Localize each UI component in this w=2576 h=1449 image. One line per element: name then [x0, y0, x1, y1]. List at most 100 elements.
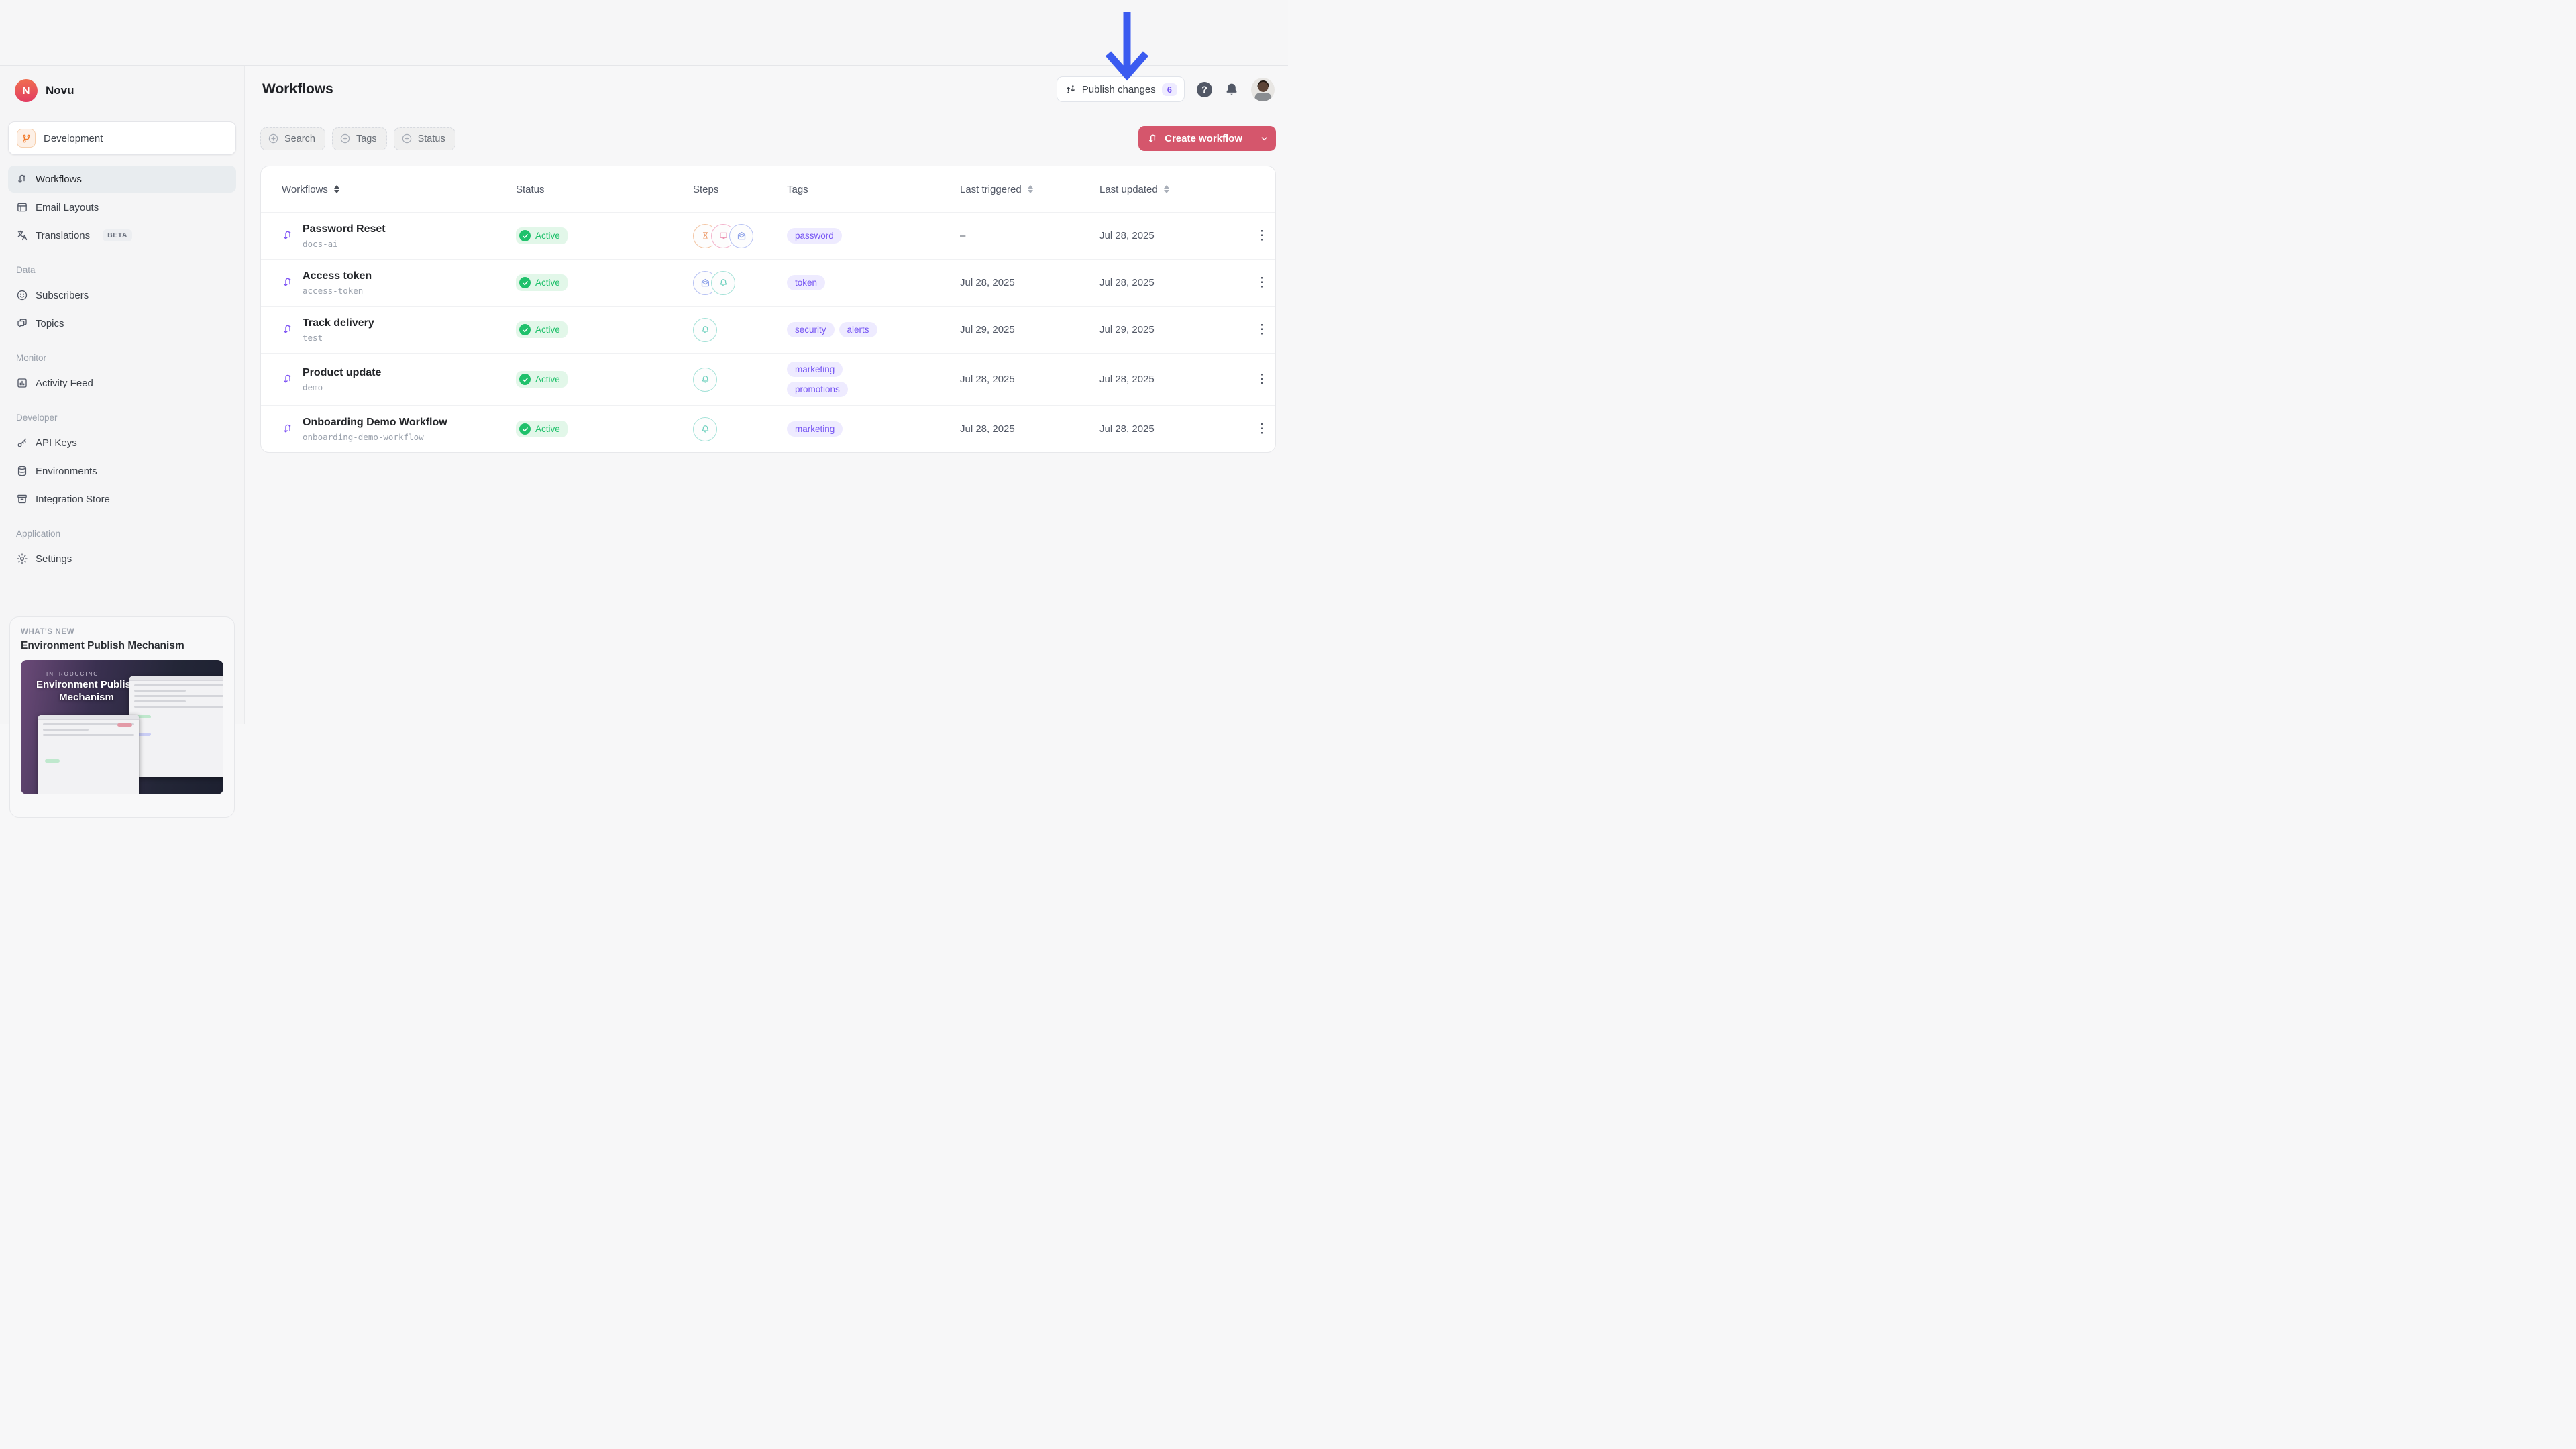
column-header-last-triggered[interactable]: Last triggered — [960, 182, 1099, 197]
column-header-workflows[interactable]: Workflows — [282, 182, 516, 197]
section-label: Application — [8, 529, 236, 539]
last-triggered-value: Jul 28, 2025 — [960, 423, 1099, 435]
sort-icon[interactable] — [1164, 185, 1169, 194]
row-actions-kebab[interactable]: ⋮ — [1252, 274, 1273, 292]
publish-changes-button[interactable]: Publish changes 6 — [1057, 76, 1185, 102]
sidebar-nav: Workflows Email Layouts Translations BET… — [8, 166, 236, 249]
whats-new-thumbnail[interactable]: INTRODUCING Environment Publish Mechanis… — [21, 660, 223, 794]
push-step-icon — [693, 368, 717, 392]
workflow-icon — [1147, 133, 1159, 144]
last-updated-value: Jul 28, 2025 — [1099, 277, 1248, 288]
page-title: Workflows — [262, 81, 333, 97]
row-actions-kebab[interactable]: ⋮ — [1252, 420, 1273, 438]
publish-changes-label: Publish changes — [1082, 84, 1156, 95]
workflows-table: Workflows Status Steps Tags Last trigger… — [260, 166, 1276, 453]
create-workflow-label: Create workflow — [1165, 133, 1242, 144]
push-step-icon — [693, 417, 717, 441]
git-compare-icon — [1065, 84, 1076, 95]
filters-toolbar: Search Tags Status Create workflow — [245, 113, 1288, 151]
filter-chip-tags[interactable]: Tags — [332, 127, 387, 150]
workflow-identifier: docs-ai — [303, 239, 386, 249]
environment-label: Development — [44, 133, 103, 144]
workflow-identifier: demo — [303, 382, 381, 392]
plus-circle-icon — [268, 133, 279, 144]
user-avatar[interactable] — [1251, 78, 1275, 101]
help-button[interactable]: ? — [1197, 82, 1212, 97]
row-actions-kebab[interactable]: ⋮ — [1252, 370, 1273, 388]
steps-cell — [693, 368, 787, 392]
column-header-last-updated[interactable]: Last updated — [1099, 182, 1248, 197]
row-actions-kebab[interactable]: ⋮ — [1252, 227, 1273, 245]
thumbnail-mini-window — [38, 715, 139, 794]
workflow-identifier: test — [303, 333, 374, 343]
tag-pill: token — [787, 275, 825, 290]
check-icon — [519, 374, 531, 385]
integration-store-icon — [16, 493, 28, 505]
row-actions-kebab[interactable]: ⋮ — [1252, 321, 1273, 339]
environment-selector[interactable]: Development — [8, 121, 236, 155]
workflow-icon — [16, 173, 28, 185]
filter-chip-status[interactable]: Status — [394, 127, 455, 150]
last-triggered-value: – — [960, 230, 1099, 241]
push-step-icon — [711, 271, 735, 295]
sidebar-item-activity-feed[interactable]: Activity Feed — [8, 370, 236, 396]
workflow-row[interactable]: Track delivery test Active securityalert… — [261, 306, 1275, 353]
bell-icon — [1224, 82, 1239, 97]
tag-pill: marketing — [787, 421, 843, 437]
sidebar-item-integration-store[interactable]: Integration Store — [8, 486, 236, 513]
filter-chip-search[interactable]: Search — [260, 127, 325, 150]
workflow-row[interactable]: Password Reset docs-ai Active password –… — [261, 212, 1275, 259]
workflow-icon — [282, 373, 294, 385]
create-workflow-button[interactable]: Create workflow — [1138, 126, 1276, 151]
beta-badge: BETA — [103, 229, 132, 241]
tag-pill: marketing — [787, 362, 843, 377]
tags-cell: marketing — [787, 416, 904, 442]
check-icon — [519, 277, 531, 288]
chevron-down-icon[interactable] — [1252, 126, 1276, 151]
workflow-icon — [282, 323, 294, 335]
sidebar-item-environments[interactable]: Environments — [8, 458, 236, 484]
sidebar-item-topics[interactable]: Topics — [8, 310, 236, 337]
org-switcher[interactable]: N Novu — [8, 75, 236, 113]
workflow-name: Password Reset — [303, 223, 386, 237]
last-updated-value: Jul 28, 2025 — [1099, 230, 1248, 241]
sidebar-item-settings[interactable]: Settings — [8, 545, 236, 572]
top-strip — [0, 0, 1288, 66]
status-badge: Active — [516, 321, 568, 338]
tags-cell: securityalerts — [787, 317, 904, 343]
workflow-row[interactable]: Product update demo Active marketingprom… — [261, 353, 1275, 405]
workflow-row[interactable]: Onboarding Demo Workflow onboarding-demo… — [261, 405, 1275, 452]
section-label: Data — [8, 265, 236, 275]
tags-cell: marketingpromotions — [787, 356, 904, 402]
sort-icon[interactable] — [1028, 185, 1033, 194]
last-triggered-value: Jul 28, 2025 — [960, 374, 1099, 385]
column-header-tags[interactable]: Tags — [787, 182, 960, 197]
email-layouts-icon — [16, 201, 28, 213]
sidebar-sections: Data Subscribers Topics Monitor Activity… — [8, 265, 236, 572]
table-body: Password Reset docs-ai Active password –… — [261, 212, 1275, 452]
plus-circle-icon — [401, 133, 413, 144]
whats-new-title: Environment Publish Mechanism — [21, 640, 223, 652]
check-icon — [519, 423, 531, 435]
topics-icon — [16, 317, 28, 329]
status-badge: Active — [516, 421, 568, 437]
workflow-row[interactable]: Access token access-token Active token J… — [261, 259, 1275, 306]
column-header-steps[interactable]: Steps — [693, 182, 787, 197]
sidebar-item-email-layouts[interactable]: Email Layouts — [8, 194, 236, 221]
sidebar-item-workflows[interactable]: Workflows — [8, 166, 236, 193]
notifications-bell-button[interactable] — [1224, 82, 1239, 97]
sidebar-item-api-keys[interactable]: API Keys — [8, 429, 236, 456]
thumbnail-intro-text: INTRODUCING — [46, 671, 99, 677]
column-header-status[interactable]: Status — [516, 182, 693, 197]
thumbnail-mini-window — [129, 676, 223, 777]
workflow-name: Track delivery — [303, 317, 374, 331]
sidebar-item-subscribers[interactable]: Subscribers — [8, 282, 236, 309]
page-header: Workflows Publish changes 6 ? — [245, 66, 1288, 113]
check-icon — [519, 324, 531, 335]
section-label: Monitor — [8, 353, 236, 363]
sidebar-item-translations[interactable]: Translations BETA — [8, 222, 236, 249]
whats-new-card[interactable]: WHAT'S NEW Environment Publish Mechanism… — [9, 616, 235, 818]
sort-icon[interactable] — [334, 185, 339, 194]
tag-pill: password — [787, 228, 842, 244]
workflow-name: Product update — [303, 366, 381, 380]
